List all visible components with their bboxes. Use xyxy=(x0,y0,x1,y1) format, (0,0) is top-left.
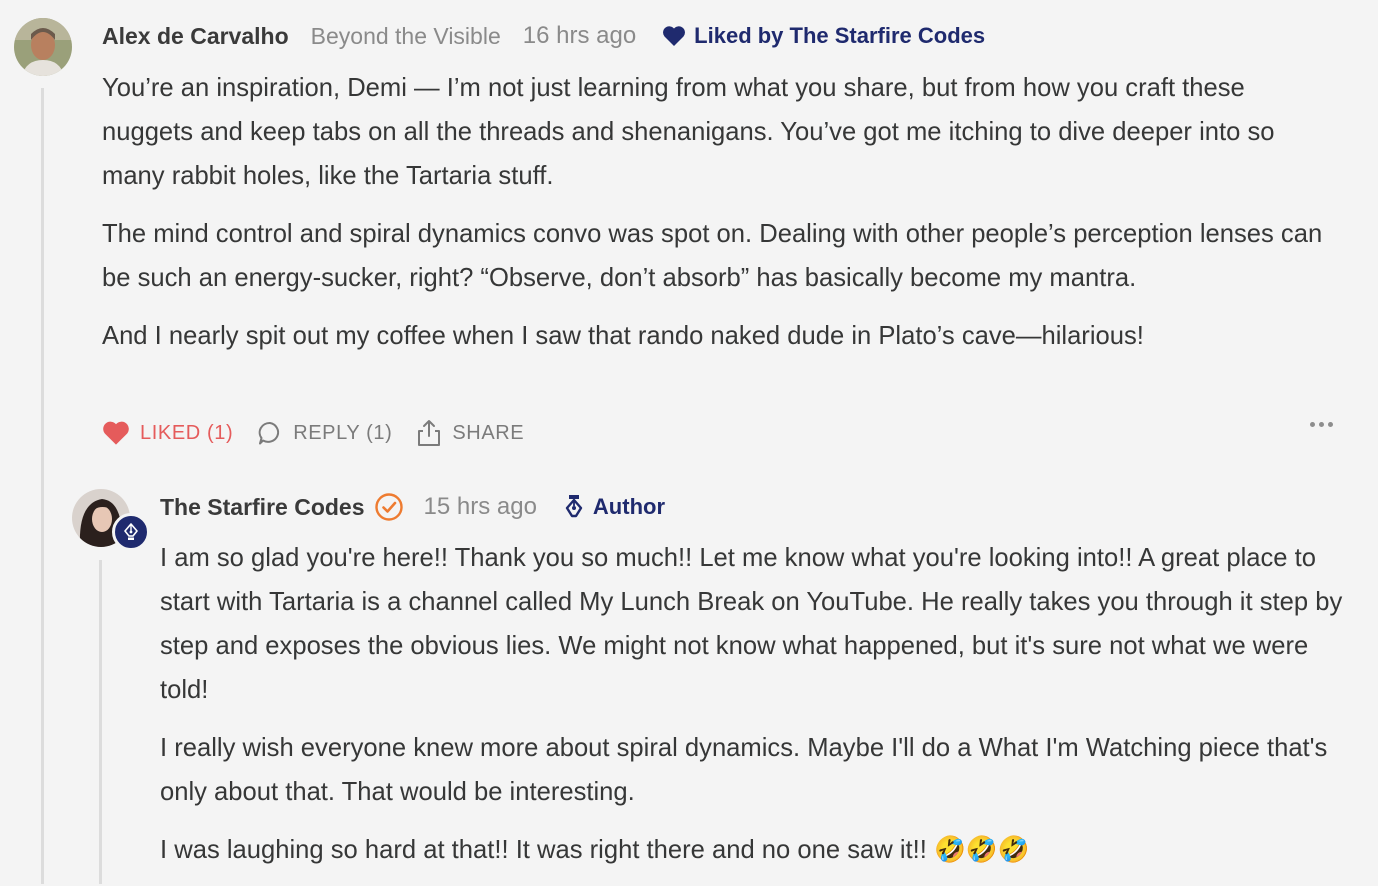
speech-bubble-icon xyxy=(258,421,280,445)
avatar[interactable] xyxy=(14,18,72,76)
like-button[interactable]: LIKED (1) xyxy=(102,420,233,446)
comment-paragraph: And I nearly spit out my coffee when I s… xyxy=(102,322,1144,350)
more-options-icon[interactable] xyxy=(1310,422,1333,427)
liked-by-label: Liked by The Starfire Codes xyxy=(694,23,986,48)
share-icon xyxy=(418,420,441,446)
reply-author-name[interactable]: The Starfire Codes xyxy=(160,494,365,521)
reply-paragraph: I really wish everyone knew more about s… xyxy=(160,734,1328,806)
reply-paragraph: I am so glad you're here!! Thank you so … xyxy=(160,544,1343,704)
reply-button-label: REPLY (1) xyxy=(293,421,393,444)
reply-avatar-wrapper[interactable] xyxy=(72,489,152,551)
publication-name[interactable]: Beyond the Visible xyxy=(311,23,501,50)
share-button[interactable]: SHARE xyxy=(416,419,524,447)
comment-timestamp[interactable]: 16 hrs ago xyxy=(523,22,636,50)
comment-body: You’re an inspiration, Demi — I’m not ju… xyxy=(102,66,1342,372)
comment-actions: LIKED (1) REPLY (1) SHARE xyxy=(102,418,548,448)
reply-button[interactable]: REPLY (1) xyxy=(257,420,392,446)
comment-paragraph: You’re an inspiration, Demi — I’m not ju… xyxy=(102,74,1275,190)
author-badge: Author xyxy=(565,494,665,520)
fountain-pen-icon xyxy=(565,495,583,518)
reply-body: I am so glad you're here!! Thank you so … xyxy=(160,536,1355,886)
thread-line xyxy=(41,88,44,884)
comment-paragraph: The mind control and spiral dynamics con… xyxy=(102,220,1323,292)
reply-header: The Starfire Codes 15 hrs ago Author xyxy=(160,488,665,526)
reply-thread-line xyxy=(99,560,102,884)
heart-filled-icon xyxy=(103,421,129,445)
comment-author-name[interactable]: Alex de Carvalho xyxy=(102,23,289,50)
verified-check-icon xyxy=(374,492,404,522)
like-button-label: LIKED (1) xyxy=(140,421,234,444)
author-pen-icon xyxy=(112,513,150,551)
heart-icon xyxy=(663,26,686,46)
share-button-label: SHARE xyxy=(452,421,525,444)
reply-paragraph: I was laughing so hard at that!! It was … xyxy=(160,836,1030,864)
comment-header: Alex de Carvalho Beyond the Visible 16 h… xyxy=(102,18,985,54)
reply-timestamp[interactable]: 15 hrs ago xyxy=(424,493,537,521)
author-badge-label: Author xyxy=(592,494,666,519)
liked-by-badge: Liked by The Starfire Codes xyxy=(662,23,985,49)
